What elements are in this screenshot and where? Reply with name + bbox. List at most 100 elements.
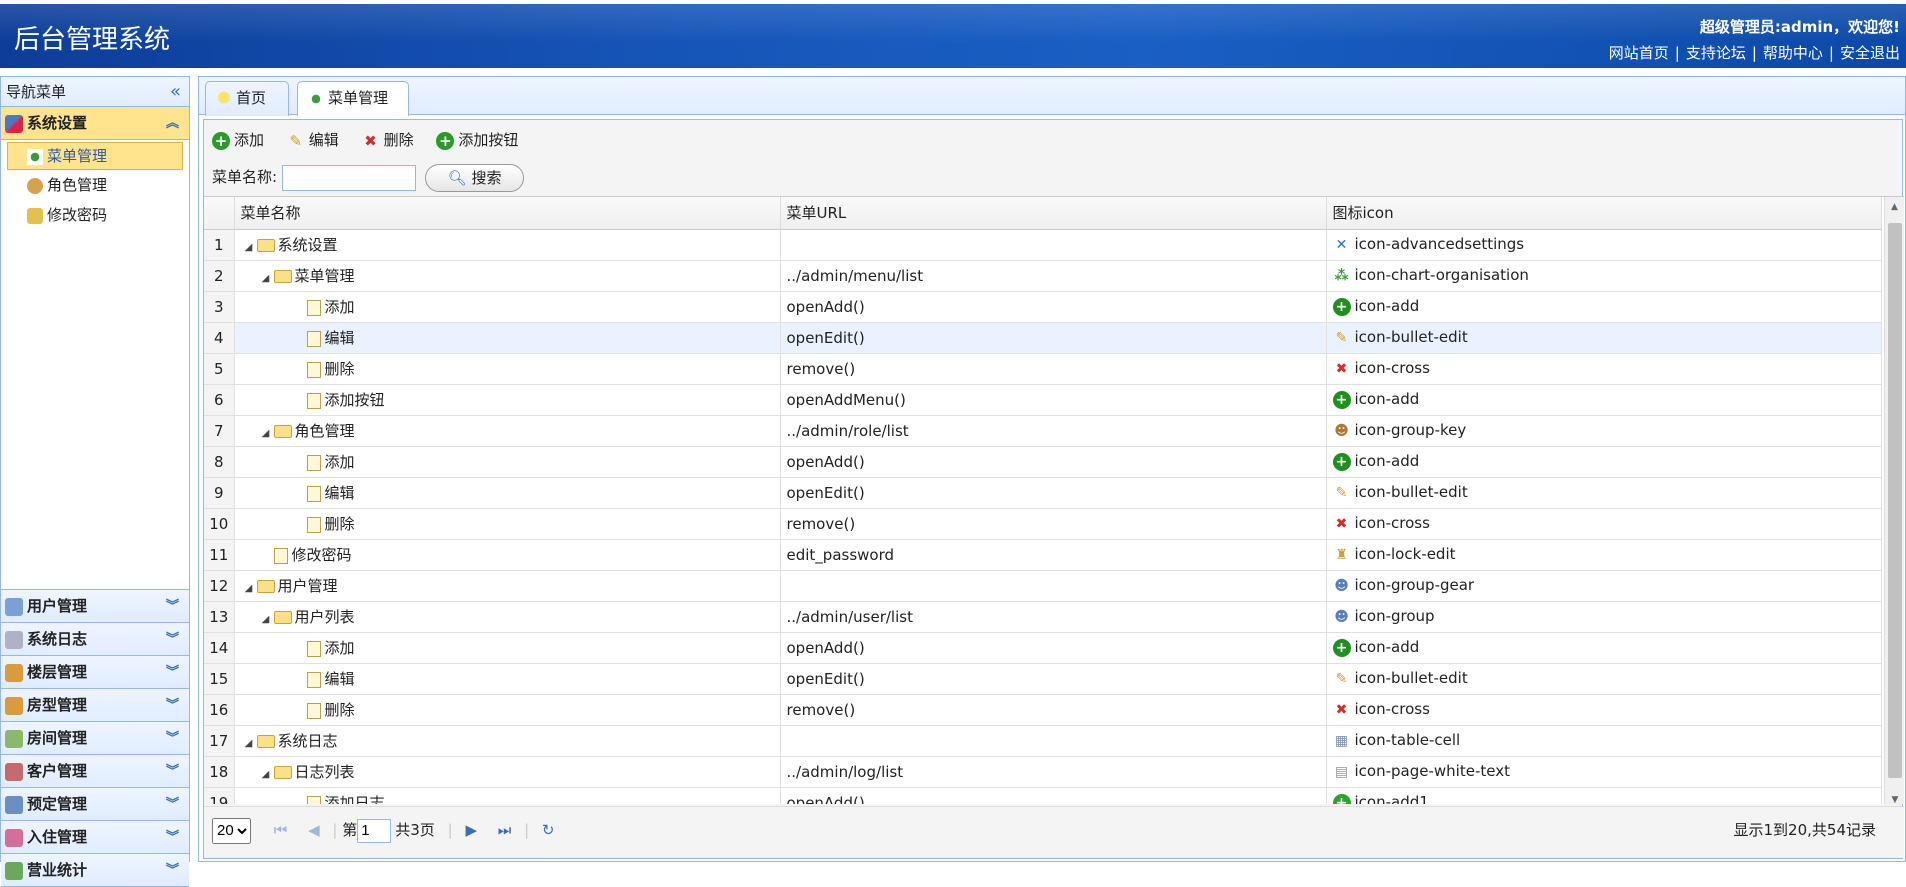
chevron-down-icon[interactable]: ︾ bbox=[166, 821, 179, 854]
sidebar-item-password[interactable]: 修改密码 bbox=[1, 200, 189, 230]
search-button-label: 搜索 bbox=[471, 168, 502, 187]
delete-button[interactable]: ✖ 删除 bbox=[362, 128, 413, 152]
table-row[interactable]: 3 添加 openAdd() + icon-add bbox=[204, 291, 1882, 323]
search-button[interactable]: 🔍︎ 搜索 bbox=[424, 163, 525, 192]
page-size-select[interactable]: 20 bbox=[212, 817, 251, 844]
scroll-thumb[interactable] bbox=[1888, 223, 1902, 778]
add-menu-button[interactable]: + 添加按钮 bbox=[436, 128, 518, 152]
tree-expand-icon[interactable]: ◢ bbox=[241, 583, 257, 594]
scroll-up-icon[interactable]: ▲ bbox=[1885, 197, 1904, 217]
chevron-down-icon[interactable]: ︾ bbox=[166, 623, 179, 656]
accordion-groups: 用户管理 ︾ 系统日志 ︾ 楼层管理 ︾ 房型管理 ︾ 房间管理 ︾ 客户管理 ︾ 预定管理 ︾ 入住管理 ︾… bbox=[1, 590, 189, 887]
file-icon bbox=[306, 640, 321, 657]
table-row[interactable]: 1 ◢ 系统设置 ✕ icon-advancedsettings bbox=[204, 229, 1882, 261]
table-row[interactable]: 9 编辑 openEdit() ✎ icon-bullet-edit bbox=[204, 477, 1882, 509]
menu-name-cell: 添加日志 bbox=[234, 787, 781, 804]
menu-url-cell: edit_password bbox=[780, 539, 1327, 571]
edit-button[interactable]: ✎ 编辑 bbox=[287, 128, 339, 152]
menu-name-cell: 添加 bbox=[234, 446, 781, 478]
accordion-group[interactable]: 楼层管理 ︾ bbox=[1, 656, 189, 689]
table-row[interactable]: 8 添加 openAdd() + icon-add bbox=[204, 446, 1882, 478]
accordion-group[interactable]: 房间管理 ︾ bbox=[1, 722, 189, 755]
file-icon bbox=[306, 702, 321, 719]
chevron-down-icon[interactable]: ︾ bbox=[166, 722, 179, 755]
accordion-system-settings[interactable]: 系统设置 ︽ bbox=[1, 107, 189, 140]
row-number: 3 bbox=[204, 291, 235, 323]
accordion-group[interactable]: 客户管理 ︾ bbox=[1, 755, 189, 788]
chevron-down-icon[interactable]: ︾ bbox=[166, 689, 179, 722]
table-row[interactable]: 2 ◢ 菜单管理 ../admin/menu/list ⁂ icon-chart-orga… bbox=[204, 260, 1882, 292]
tree-expand-icon[interactable]: ◢ bbox=[258, 428, 274, 439]
first-page-icon[interactable]: ⏮︎ bbox=[274, 807, 288, 853]
collapse-left-icon[interactable]: « bbox=[170, 77, 181, 107]
table-row[interactable]: 19 添加日志 openAdd() + icon-add1 bbox=[204, 787, 1882, 804]
prev-page-icon[interactable]: ◀︎ bbox=[308, 807, 320, 853]
chevron-down-icon[interactable]: ︾ bbox=[166, 590, 179, 623]
menu-name-cell: 删除 bbox=[234, 694, 781, 726]
tree-expand-icon[interactable]: ◢ bbox=[241, 738, 257, 749]
table-row[interactable]: 11 修改密码 edit_password ♜ icon-lock-edit bbox=[204, 539, 1882, 571]
table-row[interactable]: 5 删除 remove() ✖ icon-cross bbox=[204, 353, 1882, 385]
accordion-group[interactable]: 系统日志 ︾ bbox=[1, 623, 189, 656]
search-input[interactable] bbox=[281, 164, 416, 191]
tree-expand-icon[interactable]: ◢ bbox=[258, 614, 274, 625]
scroll-down-icon[interactable]: ▼ bbox=[1885, 795, 1904, 804]
cross-icon: ✖ bbox=[364, 131, 377, 150]
table-row[interactable]: 18 ◢ 日志列表 ../admin/log/list ▤ icon-page-white… bbox=[204, 756, 1882, 788]
chevron-down-icon[interactable]: ︾ bbox=[166, 755, 179, 788]
last-page-icon[interactable]: ⏭︎ bbox=[498, 807, 512, 853]
search-bar: 菜单名称: 🔍︎ 搜索 bbox=[204, 160, 1902, 194]
table-row[interactable]: 12 ◢ 用户管理 ☻ icon-group-gear bbox=[204, 570, 1882, 602]
link-help[interactable]: 帮助中心 bbox=[1763, 44, 1823, 62]
chevron-down-icon[interactable]: ︾ bbox=[166, 854, 179, 887]
tab-menu-manage[interactable]: 菜单管理 × bbox=[297, 81, 409, 140]
table-scrollbar[interactable]: ▲ ▼ bbox=[1884, 197, 1904, 804]
chevron-down-icon[interactable]: ︾ bbox=[166, 788, 179, 821]
add-button[interactable]: + 添加 bbox=[212, 128, 264, 152]
table-row[interactable]: 6 添加按钮 openAddMenu() + icon-add bbox=[204, 384, 1882, 416]
accordion-label: 房型管理 bbox=[27, 696, 88, 714]
column-header[interactable]: 图标icon bbox=[1326, 197, 1882, 230]
column-header[interactable]: 菜单URL bbox=[780, 197, 1327, 230]
accordion-label: 系统日志 bbox=[27, 630, 88, 648]
menu-url-cell: ../admin/log/list bbox=[780, 756, 1327, 788]
lightbulb-icon bbox=[216, 90, 232, 107]
table-row[interactable]: 10 删除 remove() ✖ icon-cross bbox=[204, 508, 1882, 540]
accordion-group[interactable]: 入住管理 ︾ bbox=[1, 821, 189, 854]
table-row[interactable]: 4 编辑 openEdit() ✎ icon-bullet-edit bbox=[204, 322, 1882, 354]
tree-expand-icon[interactable]: ◢ bbox=[258, 273, 274, 284]
page-number-input[interactable] bbox=[357, 818, 392, 843]
icon-class-name: icon-add1 bbox=[1354, 793, 1429, 804]
link-forum[interactable]: 支持论坛 bbox=[1686, 44, 1746, 62]
table-row[interactable]: 13 ◢ 用户列表 ../admin/user/list ☻ icon-group bbox=[204, 601, 1882, 633]
link-home[interactable]: 网站首页 bbox=[1609, 44, 1669, 62]
menu-name-cell: ◢ 用户管理 bbox=[234, 570, 781, 602]
sidebar-item-menu[interactable]: 菜单管理 bbox=[7, 142, 183, 170]
tab-home[interactable]: 首页 bbox=[205, 81, 289, 116]
column-header[interactable]: 菜单名称 bbox=[234, 197, 781, 230]
chevron-down-icon[interactable]: ︾ bbox=[166, 656, 179, 689]
table-row[interactable]: 15 编辑 openEdit() ✎ icon-bullet-edit bbox=[204, 663, 1882, 695]
link-logout[interactable]: 安全退出 bbox=[1840, 44, 1900, 62]
icon-class-name: icon-group-key bbox=[1354, 421, 1467, 440]
next-page-icon[interactable]: ▶︎ bbox=[465, 807, 477, 853]
accordion-group[interactable]: 预定管理 ︾ bbox=[1, 788, 189, 821]
table-row[interactable]: 14 添加 openAdd() + icon-add bbox=[204, 632, 1882, 664]
menu-name: 删除 bbox=[324, 360, 355, 378]
menu-name-cell: ◢ 用户列表 bbox=[234, 601, 781, 633]
table-row[interactable]: 16 删除 remove() ✖ icon-cross bbox=[204, 694, 1882, 726]
menu-name: 编辑 bbox=[324, 329, 355, 347]
chevron-up-icon[interactable]: ︽ bbox=[166, 107, 179, 140]
sidebar-item-role[interactable]: 角色管理 bbox=[1, 170, 189, 200]
tree-expand-icon[interactable]: ◢ bbox=[241, 242, 257, 253]
icon-class-name: icon-cross bbox=[1354, 514, 1430, 533]
table-row[interactable]: 17 ◢ 系统日志 ▦ icon-table-cell bbox=[204, 725, 1882, 757]
table-row[interactable]: 7 ◢ 角色管理 ../admin/role/list ☻ icon-group-key bbox=[204, 415, 1882, 447]
tree-expand-icon[interactable]: ◢ bbox=[258, 769, 274, 780]
refresh-icon[interactable]: ↻ bbox=[542, 807, 555, 853]
accordion-group[interactable]: 用户管理 ︾ bbox=[1, 590, 189, 623]
icon-class-name: icon-bullet-edit bbox=[1354, 669, 1468, 688]
accordion-group[interactable]: 房型管理 ︾ bbox=[1, 689, 189, 722]
tab-label: 菜单管理 bbox=[328, 89, 389, 107]
accordion-group[interactable]: 营业统计 ︾ bbox=[1, 854, 189, 887]
